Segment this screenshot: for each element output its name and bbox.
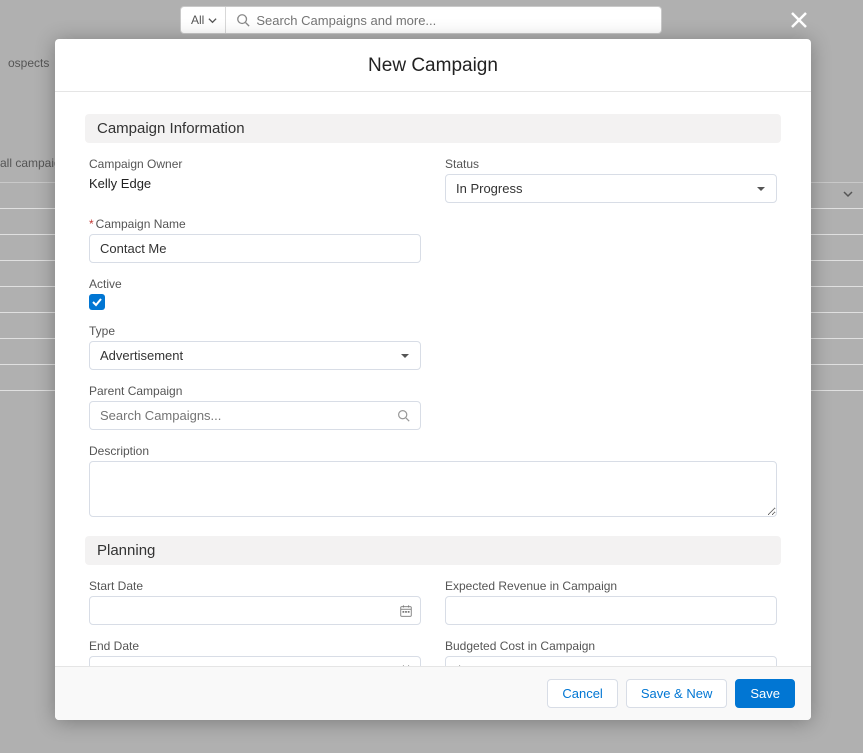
- field-start-date: Start Date: [89, 579, 421, 625]
- active-checkbox[interactable]: [89, 294, 105, 310]
- close-icon: [789, 10, 809, 30]
- search-scope-label: All: [191, 13, 204, 27]
- field-status: Status In Progress: [445, 157, 777, 203]
- page-backdrop: All ospects all campaig New Campaign Cam…: [0, 0, 863, 753]
- section-campaign-information: Campaign Information: [85, 114, 781, 143]
- field-parent-campaign: Parent Campaign: [89, 384, 421, 430]
- search-icon: [236, 13, 250, 27]
- modal-title: New Campaign: [55, 39, 811, 92]
- budgeted-cost-input[interactable]: [445, 656, 777, 666]
- status-selected-value: In Progress: [456, 181, 522, 196]
- field-campaign-owner: Campaign Owner Kelly Edge: [89, 157, 421, 203]
- modal-footer: Cancel Save & New Save: [55, 666, 811, 720]
- status-select[interactable]: In Progress: [445, 174, 777, 203]
- campaign-name-input[interactable]: [89, 234, 421, 263]
- new-campaign-modal: New Campaign Campaign Information Campai…: [55, 39, 811, 720]
- start-date-input[interactable]: [89, 596, 421, 625]
- label-parent-campaign: Parent Campaign: [89, 384, 421, 398]
- field-type: Type Advertisement: [89, 324, 421, 370]
- label-start-date: Start Date: [89, 579, 421, 593]
- save-button[interactable]: Save: [735, 679, 795, 708]
- field-budgeted-cost: Budgeted Cost in Campaign: [445, 639, 777, 666]
- label-end-date: End Date: [89, 639, 421, 653]
- label-description: Description: [89, 444, 777, 458]
- field-expected-revenue: Expected Revenue in Campaign: [445, 579, 777, 625]
- check-icon: [92, 297, 102, 307]
- cancel-button[interactable]: Cancel: [547, 679, 617, 708]
- search-scope-selector[interactable]: All: [181, 7, 226, 33]
- label-campaign-name: *Campaign Name: [89, 217, 421, 231]
- value-campaign-owner: Kelly Edge: [89, 174, 421, 191]
- chevron-down-icon: [843, 189, 853, 199]
- type-selected-value: Advertisement: [100, 348, 183, 363]
- search-input[interactable]: [256, 13, 661, 28]
- global-search: All: [180, 6, 662, 34]
- background-filter-label: all campaig: [0, 156, 61, 170]
- field-active: Active: [89, 277, 421, 310]
- modal-body: Campaign Information Campaign Owner Kell…: [55, 92, 811, 666]
- label-campaign-owner: Campaign Owner: [89, 157, 421, 171]
- save-and-new-button[interactable]: Save & New: [626, 679, 728, 708]
- label-expected-revenue: Expected Revenue in Campaign: [445, 579, 777, 593]
- label-active: Active: [89, 277, 421, 291]
- type-select[interactable]: Advertisement: [89, 341, 421, 370]
- end-date-input[interactable]: [89, 656, 421, 666]
- label-type: Type: [89, 324, 421, 338]
- label-status: Status: [445, 157, 777, 171]
- close-button[interactable]: [789, 10, 809, 30]
- parent-campaign-input[interactable]: [100, 408, 397, 423]
- background-tab: ospects: [0, 50, 57, 76]
- field-description: Description: [89, 444, 777, 522]
- expected-revenue-input[interactable]: [445, 596, 777, 625]
- calendar-icon[interactable]: [399, 604, 413, 618]
- required-indicator: *: [89, 217, 94, 231]
- parent-campaign-lookup[interactable]: [89, 401, 421, 430]
- search-icon: [397, 409, 410, 422]
- chevron-down-icon: [400, 351, 410, 361]
- column-sort-chevron[interactable]: [843, 186, 853, 204]
- label-budgeted-cost: Budgeted Cost in Campaign: [445, 639, 777, 653]
- description-textarea[interactable]: [89, 461, 777, 517]
- section-planning: Planning: [85, 536, 781, 565]
- field-campaign-name: *Campaign Name: [89, 217, 421, 263]
- field-end-date: End Date: [89, 639, 421, 666]
- chevron-down-icon: [756, 184, 766, 194]
- calendar-icon[interactable]: [399, 664, 413, 667]
- chevron-down-icon: [208, 16, 217, 25]
